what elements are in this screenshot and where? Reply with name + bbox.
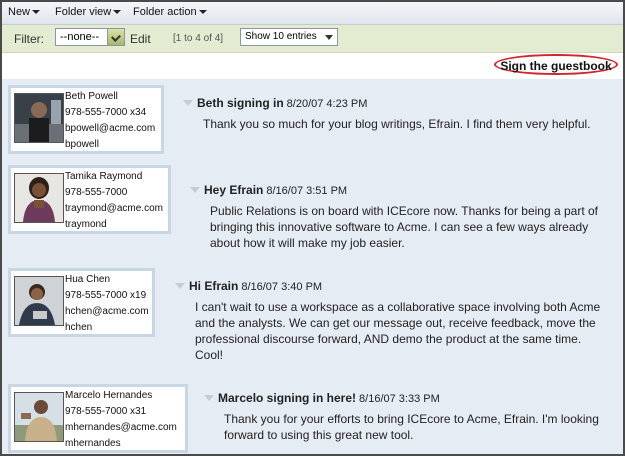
avatar [14, 276, 64, 326]
folder-window: New Folder view Folder action Filter: --… [0, 0, 625, 456]
user-id: bpowell [65, 139, 99, 150]
filter-select-value: --none-- [60, 31, 100, 43]
entry-date: 8/16/07 3:51 PM [266, 185, 348, 197]
entry-date: 8/16/07 3:40 PM [241, 281, 323, 293]
folder-action-menu-label: Folder action [133, 6, 197, 18]
user-name[interactable]: Tamika Raymond [65, 169, 163, 185]
chevron-down-icon [198, 10, 207, 15]
body-line: bringing this innovative software to Acm… [210, 220, 589, 234]
user-email[interactable]: hchen@acme.com [65, 304, 149, 320]
body-line: forward to using this great new tool. [224, 428, 414, 442]
collapse-toggle-icon[interactable] [183, 100, 193, 106]
user-name[interactable]: Marcelo Hernandes [65, 388, 177, 404]
user-phone: 978-555-7000 x34 [65, 107, 147, 118]
entry-body: Thank you so much for your blog writings… [203, 116, 591, 132]
collapse-toggle-icon[interactable] [204, 395, 214, 401]
filter-edit-link[interactable]: Edit [130, 32, 151, 46]
collapse-toggle-icon[interactable] [175, 283, 185, 289]
entry-date: 8/16/07 3:33 PM [359, 393, 440, 405]
body-line: and the analysts. We can get our message… [195, 316, 596, 330]
user-card: Beth Powell 978-555-7000 x34 bpowell@acm… [8, 85, 164, 154]
entry-range: [1 to 4 of 4] [173, 33, 224, 44]
user-id: traymond [65, 219, 107, 230]
body-line: about how it will make my job easier. [210, 236, 405, 250]
filter-label: Filter: [14, 32, 44, 46]
sign-guestbook-button[interactable]: Sign the guestbook [494, 54, 618, 75]
body-line: I can't wait to use a workspace as a col… [195, 300, 601, 314]
user-name[interactable]: Beth Powell [65, 89, 155, 105]
user-phone: 978-555-7000 x31 [65, 406, 147, 417]
guestbook-header: Sign the guestbook [2, 53, 623, 79]
guestbook-entry: Marcelo Hernandes 978-555-7000 x31 mhern… [2, 378, 623, 454]
filter-bar: Filter: --none-- Edit [1 to 4 of 4] Show… [2, 25, 623, 53]
avatar [14, 93, 64, 143]
avatar [14, 173, 64, 223]
dropdown-check-icon[interactable] [107, 29, 124, 45]
user-id: hchen [65, 322, 93, 333]
body-line: professional discourse forward, AND demo… [195, 332, 582, 346]
entry-post: Hey Efrain 8/16/07 3:51 PM Public Relatio… [190, 183, 598, 251]
filter-select[interactable]: --none-- [55, 28, 125, 46]
contact-info: Marcelo Hernandes 978-555-7000 x31 mhern… [65, 388, 177, 452]
collapse-toggle-icon[interactable] [190, 187, 200, 193]
entry-date: 8/20/07 4:23 PM [286, 98, 368, 110]
new-menu[interactable]: New [8, 6, 41, 18]
chevron-down-icon [325, 35, 333, 40]
user-email[interactable]: mhernandes@acme.com [65, 420, 177, 436]
user-card: Tamika Raymond 978-555-7000 traymond@acm… [8, 165, 171, 234]
folder-view-menu-label: Folder view [55, 6, 112, 18]
toolbar: New Folder view Folder action [2, 2, 623, 25]
body-line: Thank you for your efforts to bring ICEc… [224, 412, 599, 426]
user-phone: 978-555-7000 [65, 187, 128, 198]
entry-post: Beth signing in 8/20/07 4:23 PM Thank you… [183, 96, 591, 132]
body-line: Public Relations is on board with ICEcor… [210, 204, 598, 218]
entry-title[interactable]: Marcelo signing in here! [218, 391, 356, 405]
contact-info: Beth Powell 978-555-7000 x34 bpowell@acm… [65, 89, 155, 153]
show-entries-select[interactable]: Show 10 entries [240, 28, 338, 46]
guestbook-list: Sign the guestbook Beth Powell 978-555-7… [2, 53, 623, 454]
chevron-down-icon [113, 10, 122, 15]
user-card: Hua Chen 978-555-7000 x19 hchen@acme.com… [8, 268, 155, 337]
entry-title[interactable]: Beth signing in [197, 96, 284, 110]
entry-body: I can't wait to use a workspace as a col… [195, 299, 600, 363]
entry-body: Thank you for your efforts to bring ICEc… [224, 411, 599, 443]
user-name[interactable]: Hua Chen [65, 272, 149, 288]
guestbook-entry: Tamika Raymond 978-555-7000 traymond@acm… [2, 159, 623, 265]
avatar [14, 392, 64, 442]
entry-post: Marcelo signing in here! 8/16/07 3:33 PM … [204, 391, 599, 443]
user-card: Marcelo Hernandes 978-555-7000 x31 mhern… [8, 384, 188, 453]
user-email[interactable]: bpowell@acme.com [65, 121, 155, 137]
folder-view-menu[interactable]: Folder view [55, 6, 122, 18]
show-entries-value: Show 10 entries [245, 31, 317, 42]
contact-info: Tamika Raymond 978-555-7000 traymond@acm… [65, 169, 163, 233]
guestbook-entry: Beth Powell 978-555-7000 x34 bpowell@acm… [2, 79, 623, 162]
entry-title[interactable]: Hey Efrain [204, 183, 263, 197]
user-email[interactable]: traymond@acme.com [65, 201, 163, 217]
user-id: mhernandes [65, 438, 121, 449]
guestbook-entry: Hua Chen 978-555-7000 x19 hchen@acme.com… [2, 262, 623, 381]
user-phone: 978-555-7000 x19 [65, 290, 147, 301]
folder-action-menu[interactable]: Folder action [133, 6, 207, 18]
body-line: Cool! [195, 348, 224, 362]
new-menu-label: New [8, 6, 31, 18]
entry-title[interactable]: Hi Efrain [189, 279, 238, 293]
chevron-down-icon [32, 10, 41, 15]
entry-body: Public Relations is on board with ICEcor… [210, 203, 598, 251]
entry-post: Hi Efrain 8/16/07 3:40 PM I can't wait to… [175, 279, 600, 363]
contact-info: Hua Chen 978-555-7000 x19 hchen@acme.com… [65, 272, 149, 336]
body-line: Thank you so much for your blog writings… [203, 117, 591, 131]
